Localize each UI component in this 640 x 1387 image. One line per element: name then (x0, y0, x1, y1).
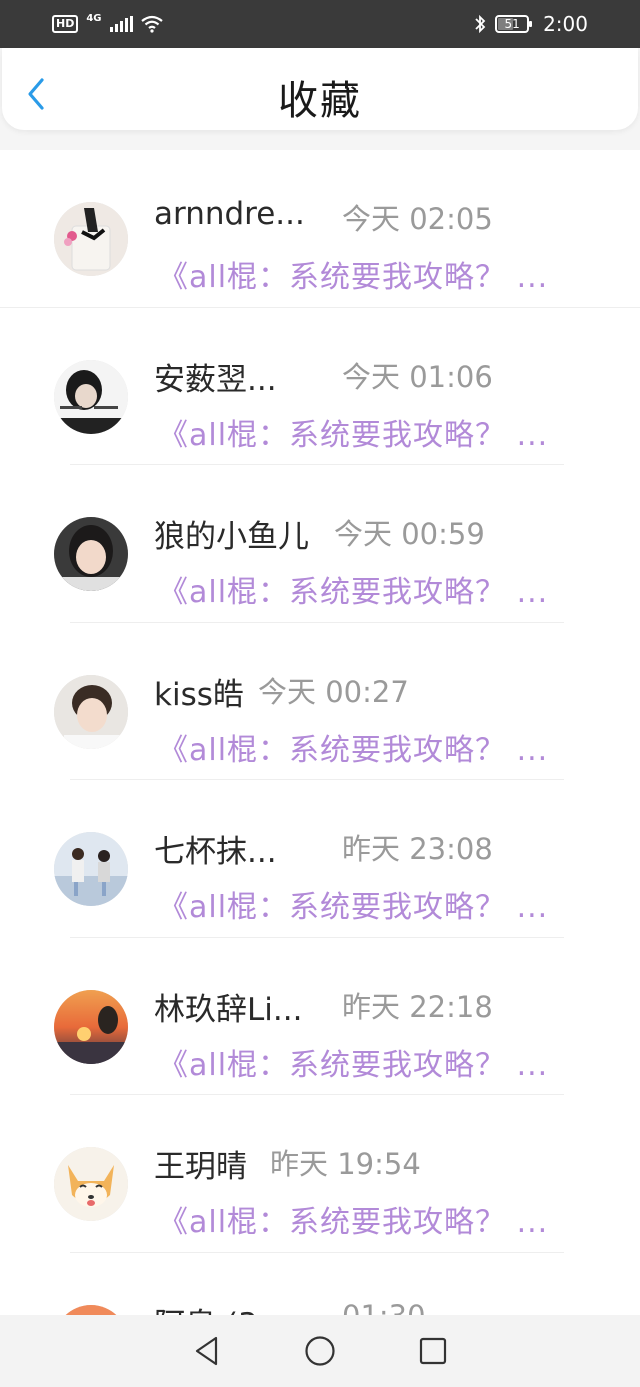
user-name: 狼的小鱼儿 (154, 519, 309, 555)
triangle-back-icon (195, 1336, 217, 1366)
timestamp: 昨天 22:18 (342, 989, 493, 1024)
bluetooth-icon (475, 14, 486, 34)
avatar[interactable] (54, 1304, 128, 1315)
battery-level: 51 (504, 17, 520, 31)
timestamp: 今天 02:05 (342, 202, 493, 236)
status-right: 51 2:00 (473, 12, 588, 36)
user-name: 王玥晴 (154, 1149, 247, 1185)
preview-text: 《all棍：系统要我攻略？ ... (158, 732, 549, 768)
user-name: 安薮翌... (154, 361, 277, 398)
avatar[interactable] (54, 359, 128, 434)
header: 收藏 (2, 48, 638, 130)
avatar[interactable] (54, 674, 128, 749)
list-item[interactable]: 王玥晴 昨天 19:54 《all棍：系统要我攻略？ ... (0, 1095, 640, 1253)
user-name: 七杯抹... (154, 834, 277, 870)
timestamp: 今天 01:06 (342, 359, 493, 394)
timestamp: 今天 00:59 (334, 517, 485, 551)
avatar[interactable] (54, 832, 128, 906)
wifi-icon (140, 15, 163, 33)
avatar[interactable] (54, 989, 128, 1064)
preview-text: 《all棍：系统要我攻略？ ... (158, 417, 549, 453)
clock: 2:00 (543, 12, 588, 36)
page-title: 收藏 (278, 78, 362, 124)
signal-icon (109, 16, 133, 32)
avatar[interactable] (54, 517, 128, 591)
nav-back-button[interactable] (187, 1331, 227, 1371)
hd-badge: HD (52, 15, 79, 33)
avatar[interactable] (54, 1147, 128, 1221)
list-item[interactable]: 林玖辞Li... 昨天 22:18 《all棍：系统要我攻略？ ... (0, 938, 640, 1095)
user-name: 阿皂 (3... (154, 1299, 287, 1316)
preview-text: 《all棍：系统要我攻略？ ... (158, 1205, 549, 1240)
nav-home-button[interactable] (300, 1331, 340, 1371)
timestamp: 01:30 (342, 1299, 426, 1316)
list-item[interactable]: 安薮翌... 今天 01:06 《all棍：系统要我攻略？ ... (0, 308, 640, 465)
list-item[interactable]: 七杯抹... 昨天 23:08 《all棍：系统要我攻略？ ... (0, 780, 640, 938)
navigation-bar (0, 1315, 640, 1387)
nav-recents-button[interactable] (413, 1331, 453, 1371)
network-type: 4G (86, 12, 102, 24)
user-name: arnndre... (154, 196, 305, 232)
list-item[interactable]: 狼的小鱼儿 今天 00:59 《all棍：系统要我攻略？ ... (0, 465, 640, 623)
timestamp: 昨天 23:08 (342, 832, 493, 866)
list-item[interactable]: kiss皓 今天 00:27 《all棍：系统要我攻略？ ... (0, 623, 640, 780)
user-name: 林玖辞Li... (154, 991, 303, 1028)
preview-text: 《all棍：系统要我攻略？ ... (158, 575, 549, 610)
battery-icon: 51 (495, 15, 533, 33)
preview-text: 《all棍：系统要我攻略？ ... (158, 890, 549, 925)
status-bar: HD 4G 51 2:00 (0, 0, 640, 48)
timestamp: 昨天 19:54 (270, 1147, 421, 1181)
circle-home-icon (305, 1336, 335, 1366)
timestamp: 今天 00:27 (258, 674, 409, 709)
preview-text: 《all棍：系统要我攻略？ ... (158, 260, 549, 295)
square-recents-icon (420, 1337, 447, 1365)
user-name: kiss皓 (154, 676, 244, 713)
preview-text: 《all棍：系统要我攻略？ ... (158, 1047, 549, 1083)
avatar[interactable] (54, 202, 128, 276)
list-item[interactable]: arnndre... 今天 02:05 《all棍：系统要我攻略？ ... (0, 150, 640, 308)
list-item[interactable]: 阿皂 (3... 01:30 (0, 1253, 640, 1316)
status-left: HD 4G (52, 12, 163, 33)
favorites-list: arnndre... 今天 02:05 《all棍：系统要我攻略？ ... 安薮… (0, 150, 640, 1315)
